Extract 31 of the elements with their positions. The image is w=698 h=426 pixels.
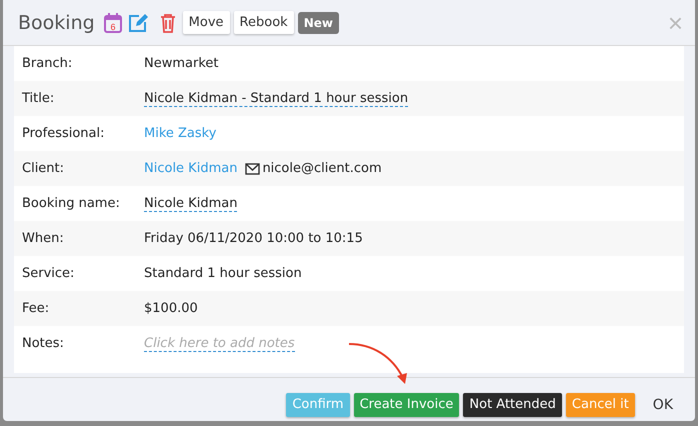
name-link[interactable]: Nicole Kidman — [144, 161, 238, 176]
field-value: $100.00 — [144, 301, 198, 316]
field-label: Title: — [22, 91, 56, 106]
status-badge: New — [298, 12, 339, 34]
notes-field[interactable]: Click here to add notes — [144, 336, 295, 352]
header-button[interactable]: Rebook — [234, 11, 294, 34]
field-label: Notes: — [22, 336, 65, 351]
envelope-icon — [245, 162, 260, 174]
field-label: Fee: — [22, 301, 50, 316]
name-link[interactable]: Mike Zasky — [144, 126, 216, 141]
action-button[interactable]: Cancel it — [566, 392, 635, 416]
calendar-icon[interactable]: 6 — [102, 12, 123, 34]
field-label: Client: — [22, 161, 66, 176]
field-label: Branch: — [22, 56, 74, 71]
editable-field[interactable]: Nicole Kidman - Standard 1 hour session — [144, 90, 408, 106]
field-value: Standard 1 hour session — [144, 266, 302, 281]
editable-field[interactable]: Nicole Kidman — [144, 196, 238, 212]
action-button[interactable]: Create Invoice — [354, 392, 460, 416]
field-label: When: — [22, 231, 65, 246]
edit-icon[interactable] — [126, 12, 149, 32]
header-button[interactable]: Move — [182, 11, 230, 34]
dialog-title: Booking — [18, 12, 95, 34]
field-label: Professional: — [22, 126, 106, 141]
field-label: Service: — [22, 266, 76, 281]
email-address: nicole@client.com — [262, 161, 382, 176]
action-button[interactable]: Not Attended — [463, 392, 562, 416]
field-value: Newmarket — [144, 56, 218, 71]
field-value: Friday 06/11/2020 10:00 to 10:15 — [144, 231, 363, 246]
trash-icon[interactable] — [158, 12, 177, 32]
field-label: Booking name: — [22, 196, 121, 211]
action-button[interactable]: Confirm — [286, 392, 350, 416]
